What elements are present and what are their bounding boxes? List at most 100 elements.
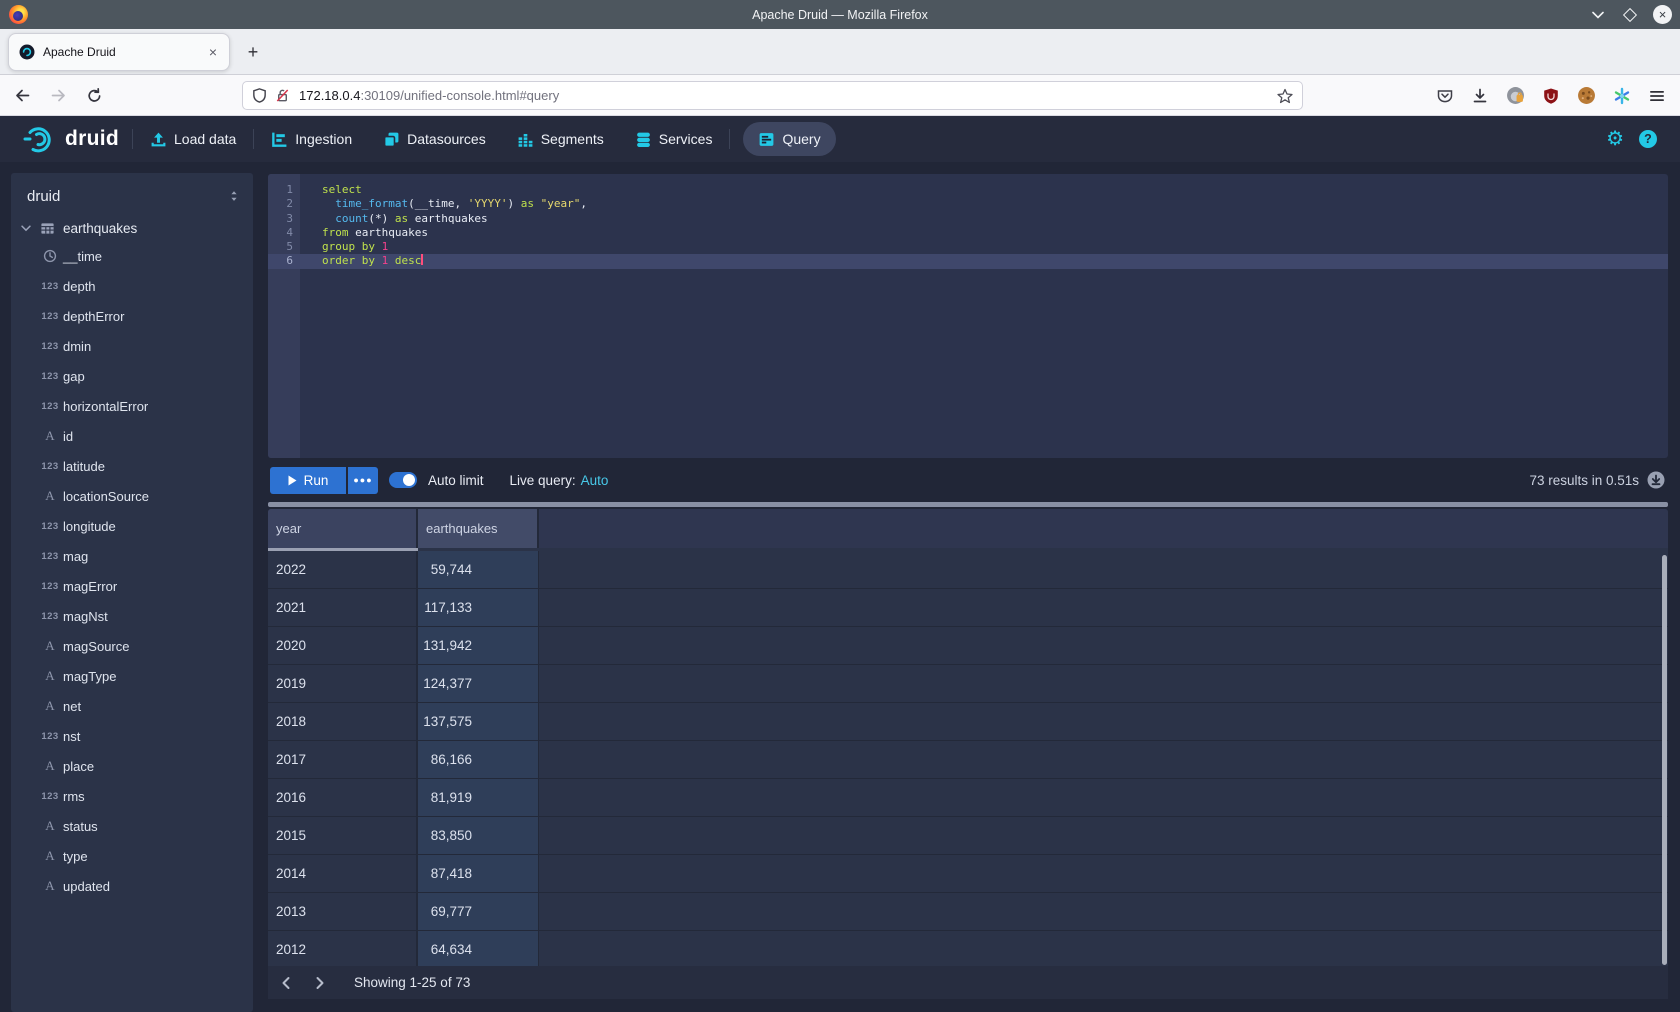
- query-icon: [758, 131, 775, 148]
- asterisk-extension-icon[interactable]: [1613, 87, 1631, 105]
- window-close-button[interactable]: ×: [1653, 5, 1672, 24]
- privacy-badger-extension-icon[interactable]: [1506, 86, 1525, 105]
- column-item-gap[interactable]: 123gap: [11, 361, 253, 391]
- column-item-dmin[interactable]: 123dmin: [11, 331, 253, 361]
- schema-sidebar: druid earthquakes __time123depth123depth…: [11, 173, 253, 1012]
- column-item-magSource[interactable]: AmagSource: [11, 631, 253, 661]
- insecure-lock-icon[interactable]: [274, 87, 291, 104]
- downloads-icon[interactable]: [1471, 87, 1489, 105]
- column-item-horizontalError[interactable]: 123horizontalError: [11, 391, 253, 421]
- column-item-nst[interactable]: 123nst: [11, 721, 253, 751]
- pagination-next-button[interactable]: [310, 973, 330, 993]
- column-item-longitude[interactable]: 123longitude: [11, 511, 253, 541]
- earthquakes-cell[interactable]: 59,744: [418, 551, 539, 588]
- column-item-place[interactable]: Aplace: [11, 751, 253, 781]
- live-query-value[interactable]: Auto: [581, 473, 609, 488]
- year-cell[interactable]: 2021: [268, 589, 418, 626]
- string-type-icon: A: [41, 878, 59, 894]
- vertical-scrollbar[interactable]: [1662, 555, 1667, 965]
- tab-close-icon[interactable]: ×: [207, 44, 219, 60]
- bookmark-star-icon[interactable]: [1276, 87, 1294, 105]
- column-item-mag[interactable]: 123mag: [11, 541, 253, 571]
- column-item-updated[interactable]: Aupdated: [11, 871, 253, 901]
- download-results-icon[interactable]: [1647, 471, 1665, 489]
- services-icon: [635, 131, 652, 148]
- earthquakes-cell[interactable]: 86,166: [418, 741, 539, 778]
- nav-item-datasources[interactable]: Datasources: [379, 122, 490, 156]
- nav-item-load-data[interactable]: Load data: [146, 122, 240, 156]
- earthquakes-cell[interactable]: 64,634: [418, 931, 539, 966]
- nav-item-segments[interactable]: Segments: [513, 122, 608, 156]
- year-cell[interactable]: 2012: [268, 931, 418, 966]
- table-item-earthquakes[interactable]: earthquakes: [11, 215, 253, 241]
- column-item-latitude[interactable]: 123latitude: [11, 451, 253, 481]
- browser-tab[interactable]: Apache Druid ×: [8, 33, 230, 71]
- cookie-extension-icon[interactable]: [1577, 86, 1596, 105]
- year-cell[interactable]: 2015: [268, 817, 418, 854]
- year-cell[interactable]: 2016: [268, 779, 418, 816]
- year-cell[interactable]: 2018: [268, 703, 418, 740]
- earthquakes-cell[interactable]: 81,919: [418, 779, 539, 816]
- column-item-net[interactable]: Anet: [11, 691, 253, 721]
- ublock-extension-icon[interactable]: [1542, 87, 1560, 105]
- panel-splitter-handle[interactable]: [268, 502, 1668, 507]
- column-header-earthquakes[interactable]: earthquakes: [418, 509, 539, 548]
- column-item-magError[interactable]: 123magError: [11, 571, 253, 601]
- shield-icon[interactable]: [251, 87, 268, 104]
- url-bar[interactable]: 172.18.0.4:30109/unified-console.html#qu…: [242, 81, 1303, 110]
- table-row: 2018137,575: [268, 703, 1668, 741]
- chevron-down-icon[interactable]: [19, 221, 33, 235]
- earthquakes-cell[interactable]: 69,777: [418, 893, 539, 930]
- run-button[interactable]: Run: [270, 467, 346, 494]
- earthquakes-cell[interactable]: 117,133: [418, 589, 539, 626]
- year-cell[interactable]: 2013: [268, 893, 418, 930]
- url-text[interactable]: 172.18.0.4:30109/unified-console.html#qu…: [299, 88, 1276, 103]
- pagination-prev-button[interactable]: [276, 973, 296, 993]
- menu-hamburger-icon[interactable]: [1648, 87, 1666, 105]
- run-more-options-button[interactable]: ●●●: [348, 467, 378, 494]
- forward-button[interactable]: [46, 83, 70, 107]
- column-name: status: [63, 819, 98, 834]
- column-item-type[interactable]: Atype: [11, 841, 253, 871]
- nav-item-ingestion[interactable]: Ingestion: [267, 122, 356, 156]
- sql-editor[interactable]: 123456 select time_format(__time, 'YYYY'…: [268, 174, 1668, 458]
- column-item-rms[interactable]: 123rms: [11, 781, 253, 811]
- reload-button[interactable]: [82, 83, 106, 107]
- nav-separator: [253, 129, 254, 149]
- column-header-year[interactable]: year: [268, 509, 418, 548]
- column-item-locationSource[interactable]: AlocationSource: [11, 481, 253, 511]
- year-cell[interactable]: 2019: [268, 665, 418, 702]
- column-item-magType[interactable]: AmagType: [11, 661, 253, 691]
- nav-item-services[interactable]: Services: [631, 122, 717, 156]
- pocket-icon[interactable]: [1436, 87, 1454, 105]
- table-row: 2019124,377: [268, 665, 1668, 703]
- settings-gear-icon[interactable]: ⚙: [1606, 129, 1624, 149]
- auto-limit-toggle[interactable]: [389, 472, 417, 488]
- schema-selector[interactable]: druid: [27, 184, 241, 208]
- year-cell[interactable]: 2017: [268, 741, 418, 778]
- column-item-magNst[interactable]: 123magNst: [11, 601, 253, 631]
- new-tab-button[interactable]: +: [240, 39, 266, 65]
- auto-limit-label[interactable]: Auto limit: [428, 473, 484, 488]
- year-cell[interactable]: 2020: [268, 627, 418, 664]
- column-item-depth[interactable]: 123depth: [11, 271, 253, 301]
- column-name: net: [63, 699, 81, 714]
- earthquakes-cell[interactable]: 124,377: [418, 665, 539, 702]
- earthquakes-cell[interactable]: 87,418: [418, 855, 539, 892]
- earthquakes-cell[interactable]: 137,575: [418, 703, 539, 740]
- druid-logo[interactable]: druid: [22, 123, 119, 155]
- column-item-status[interactable]: Astatus: [11, 811, 253, 841]
- nav-slot-main: Ingestion Datasources Segments Services: [267, 122, 716, 156]
- year-cell[interactable]: 2014: [268, 855, 418, 892]
- earthquakes-cell[interactable]: 83,850: [418, 817, 539, 854]
- help-icon[interactable]: ?: [1639, 130, 1657, 148]
- earthquakes-cell[interactable]: 131,942: [418, 627, 539, 664]
- column-item-__time[interactable]: __time: [11, 241, 253, 271]
- column-item-depthError[interactable]: 123depthError: [11, 301, 253, 331]
- column-item-id[interactable]: Aid: [11, 421, 253, 451]
- nav-item-query[interactable]: Query: [743, 122, 835, 156]
- year-cell[interactable]: 2022: [268, 551, 418, 588]
- window-maximize-button[interactable]: [1621, 6, 1639, 24]
- window-minimize-button[interactable]: [1589, 6, 1607, 24]
- back-button[interactable]: [10, 83, 34, 107]
